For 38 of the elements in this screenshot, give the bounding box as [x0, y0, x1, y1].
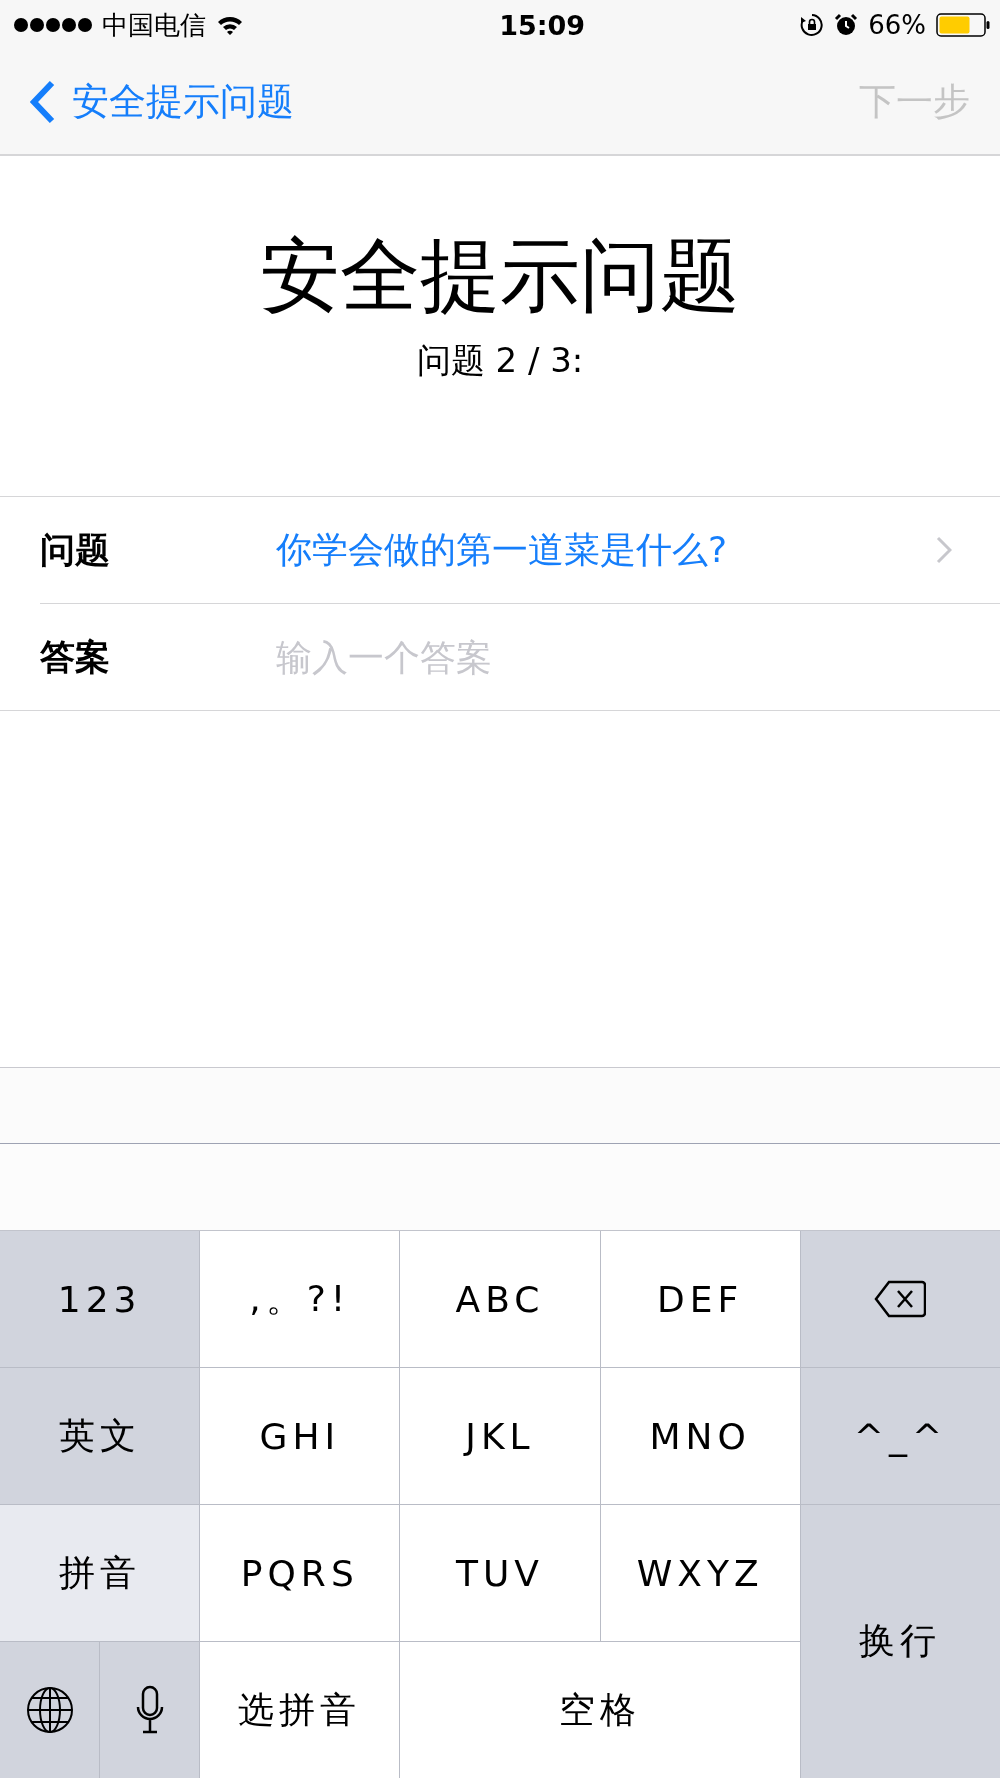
keyboard-key[interactable]: JKL	[400, 1368, 600, 1504]
rotation-lock-icon	[800, 13, 825, 37]
alarm-icon	[834, 13, 859, 37]
page-title: 安全提示问题	[260, 232, 740, 320]
keyboard-key[interactable]: WXYZ	[600, 1505, 800, 1641]
delete-icon	[874, 1280, 927, 1318]
keyboard-key[interactable]	[0, 1642, 100, 1778]
field-label: 答案	[40, 635, 111, 679]
keyboard-key[interactable]: 123	[0, 1231, 200, 1367]
keyboard-key[interactable]: MNO	[600, 1368, 800, 1504]
back-button[interactable]: 安全提示问题	[30, 77, 294, 127]
keyboard-key[interactable]: 换行	[800, 1505, 1000, 1778]
keyboard-key[interactable]: 英文	[0, 1368, 200, 1504]
keyboard-key[interactable]: ^_^	[800, 1368, 1000, 1504]
globe-icon	[25, 1686, 74, 1734]
question-picker[interactable]: 你学会做的第一道菜是什么?	[276, 525, 1000, 575]
field-label: 问题	[40, 528, 111, 572]
keyboard-key[interactable]: 拼音	[0, 1505, 200, 1641]
answer-field[interactable]: 输入一个答案	[276, 636, 960, 678]
chevron-right-icon	[936, 536, 952, 564]
keyboard-key[interactable]: 选拼音	[200, 1642, 400, 1778]
keyboard-key[interactable]: TUV	[400, 1505, 600, 1641]
keyboard-key[interactable]	[100, 1642, 200, 1778]
status-time: 15:09	[499, 9, 586, 41]
battery-icon	[936, 13, 990, 37]
microphone-icon	[135, 1685, 164, 1735]
keyboard-key[interactable]: ABC	[400, 1231, 600, 1367]
carrier-name: 中国电信	[102, 8, 206, 42]
back-chevron-icon	[30, 80, 56, 124]
keyboard-key[interactable]: PQRS	[200, 1505, 400, 1641]
keyboard-key[interactable]: DEF	[600, 1231, 800, 1367]
keyboard-key[interactable]: ,。?!	[200, 1231, 400, 1367]
question-counter: 问题 2 / 3:	[416, 339, 584, 382]
keyboard-key[interactable]: GHI	[200, 1368, 400, 1504]
wifi-icon	[216, 15, 244, 35]
signal-icon	[14, 18, 92, 32]
battery-percent: 66%	[868, 10, 926, 40]
keyboard-key[interactable]: 空格	[400, 1642, 800, 1778]
